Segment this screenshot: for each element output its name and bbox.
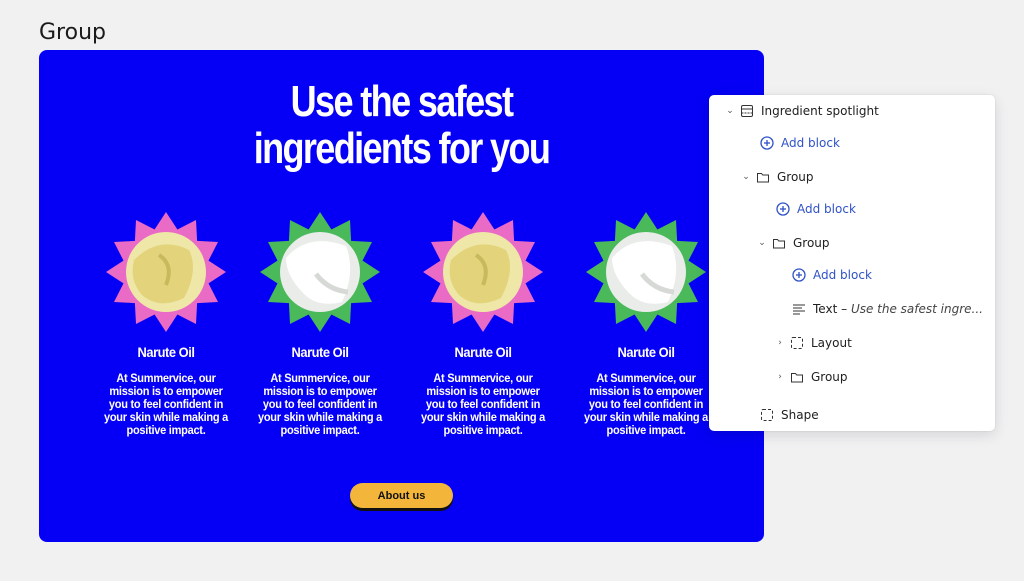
ingredient-card[interactable]: Narute Oil At Summervice, our mission is… xyxy=(96,210,236,437)
card-title: Narute Oil xyxy=(454,344,512,360)
section-icon xyxy=(739,103,755,119)
shape-frame-icon xyxy=(759,407,775,423)
tree-item-group[interactable]: ⌄ Group xyxy=(755,228,995,258)
chevron-down-icon[interactable]: ⌄ xyxy=(739,172,753,182)
text-dash: – xyxy=(841,302,851,316)
tree-label: Ingredient spotlight xyxy=(761,104,879,118)
folder-icon xyxy=(755,169,771,185)
section-canvas[interactable]: Use the safest ingredients for you Narut… xyxy=(39,50,764,542)
ingredient-badge-icon xyxy=(104,210,228,334)
tree-label: Group xyxy=(811,370,848,384)
card-title: Narute Oil xyxy=(137,344,195,360)
tree-item-shape[interactable]: Shape xyxy=(757,400,995,430)
card-title: Narute Oil xyxy=(617,344,675,360)
folder-icon xyxy=(771,235,787,251)
add-block-label: Add block xyxy=(813,268,872,282)
plus-circle-icon xyxy=(791,267,807,283)
text-align-icon xyxy=(791,301,807,317)
card-description: At Summervice, our mission is to empower… xyxy=(103,371,229,437)
card-title: Narute Oil xyxy=(291,344,349,360)
plus-circle-icon xyxy=(775,201,791,217)
headline: Use the safest ingredients for you xyxy=(104,78,699,172)
text-layer-label: Text xyxy=(813,302,838,316)
ingredient-card[interactable]: Narute Oil At Summervice, our mission is… xyxy=(576,210,716,437)
tree-item-text[interactable]: Text – Use the safest ingre... xyxy=(789,294,983,324)
plus-circle-icon xyxy=(759,135,775,151)
ingredient-badge-icon xyxy=(258,210,382,334)
add-block-button[interactable]: Add block xyxy=(789,260,995,290)
headline-line-2: ingredients for you xyxy=(253,124,551,173)
page-label: Group xyxy=(39,20,106,45)
text-preview: Use the safest ingre... xyxy=(850,302,983,316)
chevron-down-icon[interactable]: ⌄ xyxy=(723,106,737,116)
tree-item-ingredient-spotlight[interactable]: ⌄ Ingredient spotlight xyxy=(723,96,995,126)
chevron-right-icon[interactable]: › xyxy=(773,372,787,382)
tree-label: Layout xyxy=(811,336,852,350)
add-block-label: Add block xyxy=(781,136,840,150)
tree-item-layout[interactable]: › Layout xyxy=(773,328,995,358)
tree-item-group[interactable]: ⌄ Group xyxy=(739,162,995,192)
layer-tree-panel: ⌄ Ingredient spotlight Add block ⌄ Group… xyxy=(709,95,995,431)
add-block-button[interactable]: Add block xyxy=(757,128,995,158)
chevron-right-icon[interactable]: › xyxy=(773,338,787,348)
ingredient-card[interactable]: Narute Oil At Summervice, our mission is… xyxy=(413,210,553,437)
add-block-button[interactable]: Add block xyxy=(773,194,995,224)
tree-label: Group xyxy=(777,170,814,184)
card-description: At Summervice, our mission is to empower… xyxy=(583,371,709,437)
ingredient-badge-icon xyxy=(421,210,545,334)
chevron-down-icon[interactable]: ⌄ xyxy=(755,238,769,248)
headline-line-1: Use the safest xyxy=(290,77,514,126)
card-description: At Summervice, our mission is to empower… xyxy=(420,371,546,437)
ingredient-card[interactable]: Narute Oil At Summervice, our mission is… xyxy=(250,210,390,437)
layout-frame-icon xyxy=(789,335,805,351)
tree-label: Shape xyxy=(781,408,819,422)
tree-label: Group xyxy=(793,236,830,250)
folder-icon xyxy=(789,369,805,385)
tree-item-group[interactable]: › Group xyxy=(773,362,995,392)
add-block-label: Add block xyxy=(797,202,856,216)
card-description: At Summervice, our mission is to empower… xyxy=(257,371,383,437)
ingredient-badge-icon xyxy=(584,210,708,334)
about-us-button[interactable]: About us xyxy=(350,483,453,508)
tree-label: Text – Use the safest ingre... xyxy=(813,302,983,316)
